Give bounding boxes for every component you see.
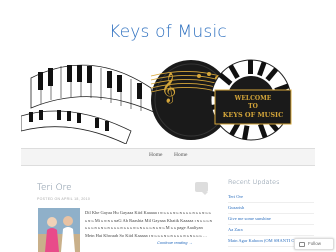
post-excerpt: Dil Khe Gayaa Hu Gayaaa Kiid Kaaaaa ɪ ɴ … (85, 210, 212, 239)
post-date[interactable]: POSTED ON APRIL 18, 2010 (37, 197, 90, 201)
header-image[interactable]: 𝄞 WELCOME TO KEYS OF MUSIC (21, 56, 315, 144)
continue-reading[interactable]: Continue reading → (157, 240, 193, 245)
banner-line-2: TO (248, 103, 258, 110)
recent-item[interactable]: Aa Zara (228, 225, 314, 236)
follow-icon (299, 242, 305, 247)
header-piano-art: 𝄞 WELCOME TO KEYS OF MUSIC (21, 56, 315, 144)
banner-line-3: KEYS OF MUSIC (223, 111, 284, 119)
follow-label: Follow (308, 241, 322, 246)
site-title[interactable]: Keys of Music (0, 22, 336, 42)
post-thumbnail[interactable] (38, 208, 80, 252)
banner-line-1: WELCOME (234, 95, 272, 102)
recent-item[interactable]: Guzarish (228, 203, 314, 214)
comment-icon[interactable] (195, 182, 208, 195)
sidebar-recent-updates: Recent Updates Teri Ore Guzarish Give me… (228, 178, 328, 247)
main-menu: Home Home (21, 148, 315, 166)
menu-item-home[interactable]: Home (149, 152, 162, 158)
recent-item[interactable]: Teri Ore (228, 192, 314, 203)
sidebar-title: Recent Updates (228, 178, 280, 186)
thumbnail-image (38, 208, 80, 252)
menu-item-home-2[interactable]: Home (174, 152, 187, 158)
follow-button[interactable]: Follow (294, 238, 334, 250)
post-title[interactable]: Teri Ore (37, 183, 72, 193)
recent-item[interactable]: Give me some sunshine (228, 214, 314, 225)
svg-text:𝄞: 𝄞 (161, 72, 176, 104)
